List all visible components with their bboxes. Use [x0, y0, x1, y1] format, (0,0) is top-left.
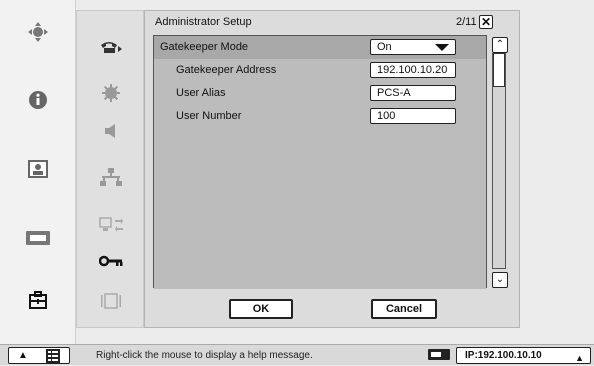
empty-row	[154, 151, 486, 175]
scroll-down-button[interactable]: ⌄	[492, 272, 508, 288]
setting-row-gatekeeper-mode[interactable]: Gatekeeper Mode On	[154, 36, 486, 60]
ok-button[interactable]: OK	[229, 299, 293, 319]
dropdown-arrow-icon	[435, 44, 449, 51]
dropdown-value: On	[377, 41, 392, 53]
setting-label: User Alias	[176, 87, 226, 99]
empty-row	[154, 174, 486, 198]
info-icon[interactable]	[20, 86, 56, 114]
setting-row-user-number[interactable]: User Number 100	[154, 105, 486, 129]
empty-row	[154, 243, 486, 267]
gatekeeper-address-field[interactable]: 192.100.10.20	[370, 62, 456, 78]
gatekeeper-mode-dropdown[interactable]: On	[370, 39, 456, 55]
key-icon[interactable]	[91, 247, 131, 275]
status-bar: ▲ Right-click the mouse to display a hel…	[0, 344, 594, 365]
user-number-field[interactable]: 100	[370, 108, 456, 124]
ip-address-display[interactable]: IP:192.100.10.10 ▲	[456, 347, 591, 364]
network-card-icon	[428, 349, 450, 360]
memory-card-icon[interactable]	[20, 224, 56, 252]
up-arrow-icon: ▲	[18, 350, 28, 361]
page-indicator: 2/11	[456, 16, 477, 28]
network-icon[interactable]	[91, 163, 131, 191]
setting-row-gatekeeper-address[interactable]: Gatekeeper Address 192.100.10.20	[154, 59, 486, 83]
menu-list-icon	[45, 348, 60, 363]
setting-label: Gatekeeper Mode	[160, 41, 249, 53]
empty-row	[154, 220, 486, 244]
setting-label: User Number	[176, 110, 242, 122]
empty-row	[154, 128, 486, 152]
main-nav	[0, 0, 76, 344]
setting-label: Gatekeeper Address	[176, 64, 277, 76]
panel-title: Administrator Setup	[155, 16, 252, 28]
settings-category-column	[76, 10, 144, 328]
menu-toggle-button[interactable]: ▲	[8, 347, 70, 364]
help-message: Right-click the mouse to display a help …	[96, 350, 313, 361]
telephone-icon[interactable]	[91, 33, 131, 61]
scroll-up-button[interactable]: ⌃	[492, 37, 508, 53]
user-alias-field[interactable]: PCS-A	[370, 85, 456, 101]
toolbox-icon[interactable]	[20, 286, 56, 314]
scrollbar[interactable]: ⌃ ⌄	[489, 35, 509, 288]
administrator-setup-panel: Administrator Setup 2/11 ✕ Gatekeeper Mo…	[144, 10, 520, 328]
up-arrow-icon: ▲	[575, 353, 584, 363]
scroll-track[interactable]	[492, 53, 506, 269]
monitor-transfer-icon[interactable]	[91, 211, 131, 239]
nav-control-icon[interactable]	[20, 18, 56, 46]
gear-icon[interactable]	[91, 79, 131, 107]
speaker-icon[interactable]	[91, 117, 131, 145]
close-button[interactable]: ✕	[479, 15, 493, 29]
camera-view-icon[interactable]	[20, 155, 56, 183]
scroll-thumb[interactable]	[493, 53, 505, 87]
setting-row-user-alias[interactable]: User Alias PCS-A	[154, 82, 486, 106]
empty-row	[154, 266, 486, 289]
settings-list: Gatekeeper Mode On Gatekeeper Address 19…	[153, 35, 487, 289]
empty-row	[154, 197, 486, 221]
ip-address-text: IP:192.100.10.10	[465, 350, 542, 361]
display-frame-icon[interactable]	[91, 287, 131, 315]
cancel-button[interactable]: Cancel	[371, 299, 437, 319]
